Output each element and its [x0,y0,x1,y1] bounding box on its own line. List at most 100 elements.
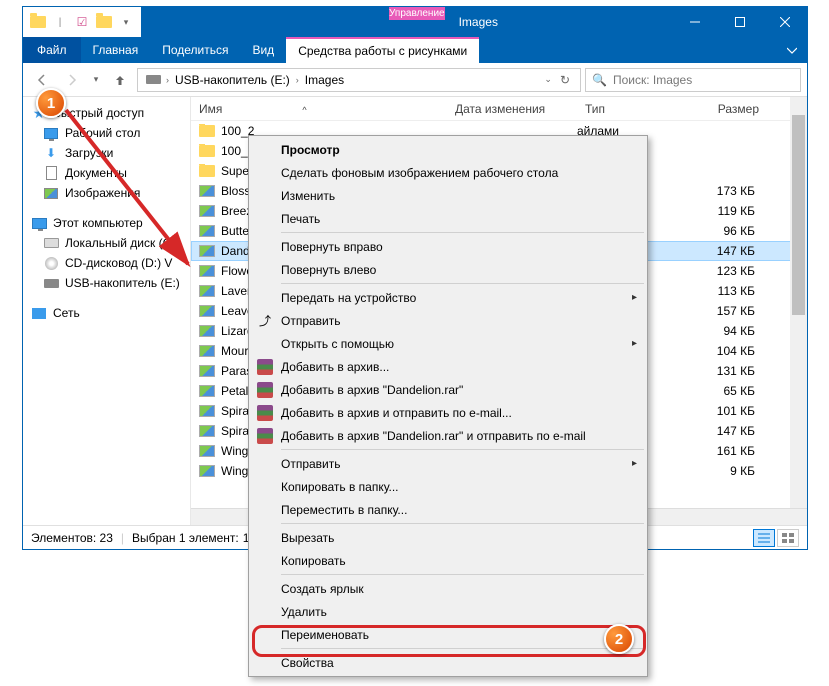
cm-rar-email-name[interactable]: Добавить в архив "Dandelion.rar" и отпра… [251,424,645,447]
nav-forward-button[interactable] [59,67,85,93]
winrar-icon [255,380,275,400]
folder-icon [93,11,115,33]
ribbon-expand-button[interactable] [777,37,807,63]
cm-edit[interactable]: Изменить [251,184,645,207]
nav-pictures[interactable]: Изображения [23,183,190,203]
nav-this-pc[interactable]: Этот компьютер [23,213,190,233]
chevron-right-icon: ▸ [632,458,637,469]
cm-open-with[interactable]: Открыть с помощью▸ [251,332,645,355]
vertical-scrollbar[interactable] [790,97,807,525]
image-icon [199,205,215,217]
search-input[interactable]: 🔍 Поиск: Images [585,68,801,92]
window-title: Images [445,15,512,29]
image-icon [199,365,215,377]
cm-set-wallpaper[interactable]: Сделать фоновым изображением рабочего ст… [251,161,645,184]
chevron-down-icon[interactable]: ⌄ [544,74,552,85]
separator [281,232,644,233]
cm-rar-email[interactable]: Добавить в архив и отправить по e-mail..… [251,401,645,424]
image-icon [199,305,215,317]
titlebar: | ☑ ▾ Управление Images [23,7,807,37]
nav-local-disk[interactable]: Локальный диск (C:) [23,233,190,253]
cm-print[interactable]: Печать [251,207,645,230]
cm-rename[interactable]: Переименовать [251,623,645,646]
image-icon [199,285,215,297]
nav-history-button[interactable]: ▾ [89,67,103,93]
cm-cut[interactable]: Вырезать [251,526,645,549]
desktop-icon [43,125,59,141]
ribbon: Файл Главная Поделиться Вид Средства раб… [23,37,807,63]
pc-icon [31,215,47,231]
col-type[interactable]: Тип [577,102,677,116]
image-icon [199,245,215,257]
cm-send-to[interactable]: ⤴Отправить [251,309,645,332]
image-icon [199,385,215,397]
cm-cast[interactable]: Передать на устройство▸ [251,286,645,309]
nav-desktop[interactable]: Рабочий стол [23,123,190,143]
folder-icon [27,11,49,33]
cm-rotate-left[interactable]: Повернуть влево [251,258,645,281]
image-icon [199,425,215,437]
chevron-right-icon: ▸ [632,338,637,349]
image-icon [199,345,215,357]
cm-rotate-right[interactable]: Повернуть вправо [251,235,645,258]
maximize-button[interactable] [717,7,762,37]
context-menu: Просмотр Сделать фоновым изображением ра… [248,135,648,677]
folder-icon [199,145,215,157]
tab-view[interactable]: Вид [240,37,286,63]
separator [281,283,644,284]
col-date[interactable]: Дата изменения [447,102,577,116]
nav-usb-drive[interactable]: USB-накопитель (E:) [23,273,190,293]
nav-cd-drive[interactable]: CD-дисковод (D:) V [23,253,190,273]
address-bar: ▾ › USB-накопитель (E:) › Images ⌄ ↻ 🔍 П… [23,63,807,97]
tab-share[interactable]: Поделиться [150,37,240,63]
nav-network[interactable]: Сеть [23,303,190,323]
cm-rar-add[interactable]: Добавить в архив... [251,355,645,378]
breadcrumb-segment[interactable]: Images [301,73,348,87]
annotation-badge-1: 1 [36,88,66,118]
winrar-icon [255,403,275,423]
network-icon [31,305,47,321]
chevron-right-icon: ▸ [632,292,637,303]
refresh-icon[interactable]: ↻ [560,73,570,87]
cm-view[interactable]: Просмотр [251,138,645,161]
cm-properties[interactable]: Свойства [251,651,645,674]
image-icon [199,185,215,197]
window-controls [672,7,807,37]
cd-icon [43,255,59,271]
annotation-badge-2: 2 [604,624,634,654]
tab-home[interactable]: Главная [81,37,151,63]
nav-documents[interactable]: Документы [23,163,190,183]
separator [281,523,644,524]
cm-delete[interactable]: Удалить [251,600,645,623]
view-thumbnails-button[interactable] [777,529,799,547]
picture-icon [43,185,59,201]
close-button[interactable] [762,7,807,37]
qat-overflow[interactable]: ▾ [115,11,137,33]
tab-picture-tools[interactable]: Средства работы с рисунками [286,37,479,63]
image-icon [199,225,215,237]
col-size[interactable]: Размер [677,102,767,116]
nav-downloads[interactable]: ⬇Загрузки [23,143,190,163]
breadcrumb[interactable]: › USB-накопитель (E:) › Images ⌄ ↻ [137,68,581,92]
minimize-button[interactable] [672,7,717,37]
view-details-button[interactable] [753,529,775,547]
folder-icon [199,125,215,137]
cm-copy[interactable]: Копировать [251,549,645,572]
cm-move-to[interactable]: Переместить в папку... [251,498,645,521]
folder-icon [199,165,215,177]
file-tab[interactable]: Файл [23,37,81,63]
col-name[interactable]: Имя^ [191,102,447,116]
qat-divider: | [49,11,71,33]
cm-rar-add-name[interactable]: Добавить в архив "Dandelion.rar" [251,378,645,401]
navigation-pane: ★Быстрый доступ Рабочий стол ⬇Загрузки Д… [23,97,191,525]
breadcrumb-segment[interactable]: USB-накопитель (E:) [171,73,294,87]
nav-up-button[interactable] [107,67,133,93]
document-icon [43,165,59,181]
checkbox-icon[interactable]: ☑ [71,11,93,33]
column-headers: Имя^ Дата изменения Тип Размер [191,97,807,121]
contextual-tab-group: Управление [389,7,445,37]
cm-copy-to[interactable]: Копировать в папку... [251,475,645,498]
view-mode-buttons [753,529,799,547]
cm-send-to-2[interactable]: Отправить▸ [251,452,645,475]
cm-shortcut[interactable]: Создать ярлык [251,577,645,600]
